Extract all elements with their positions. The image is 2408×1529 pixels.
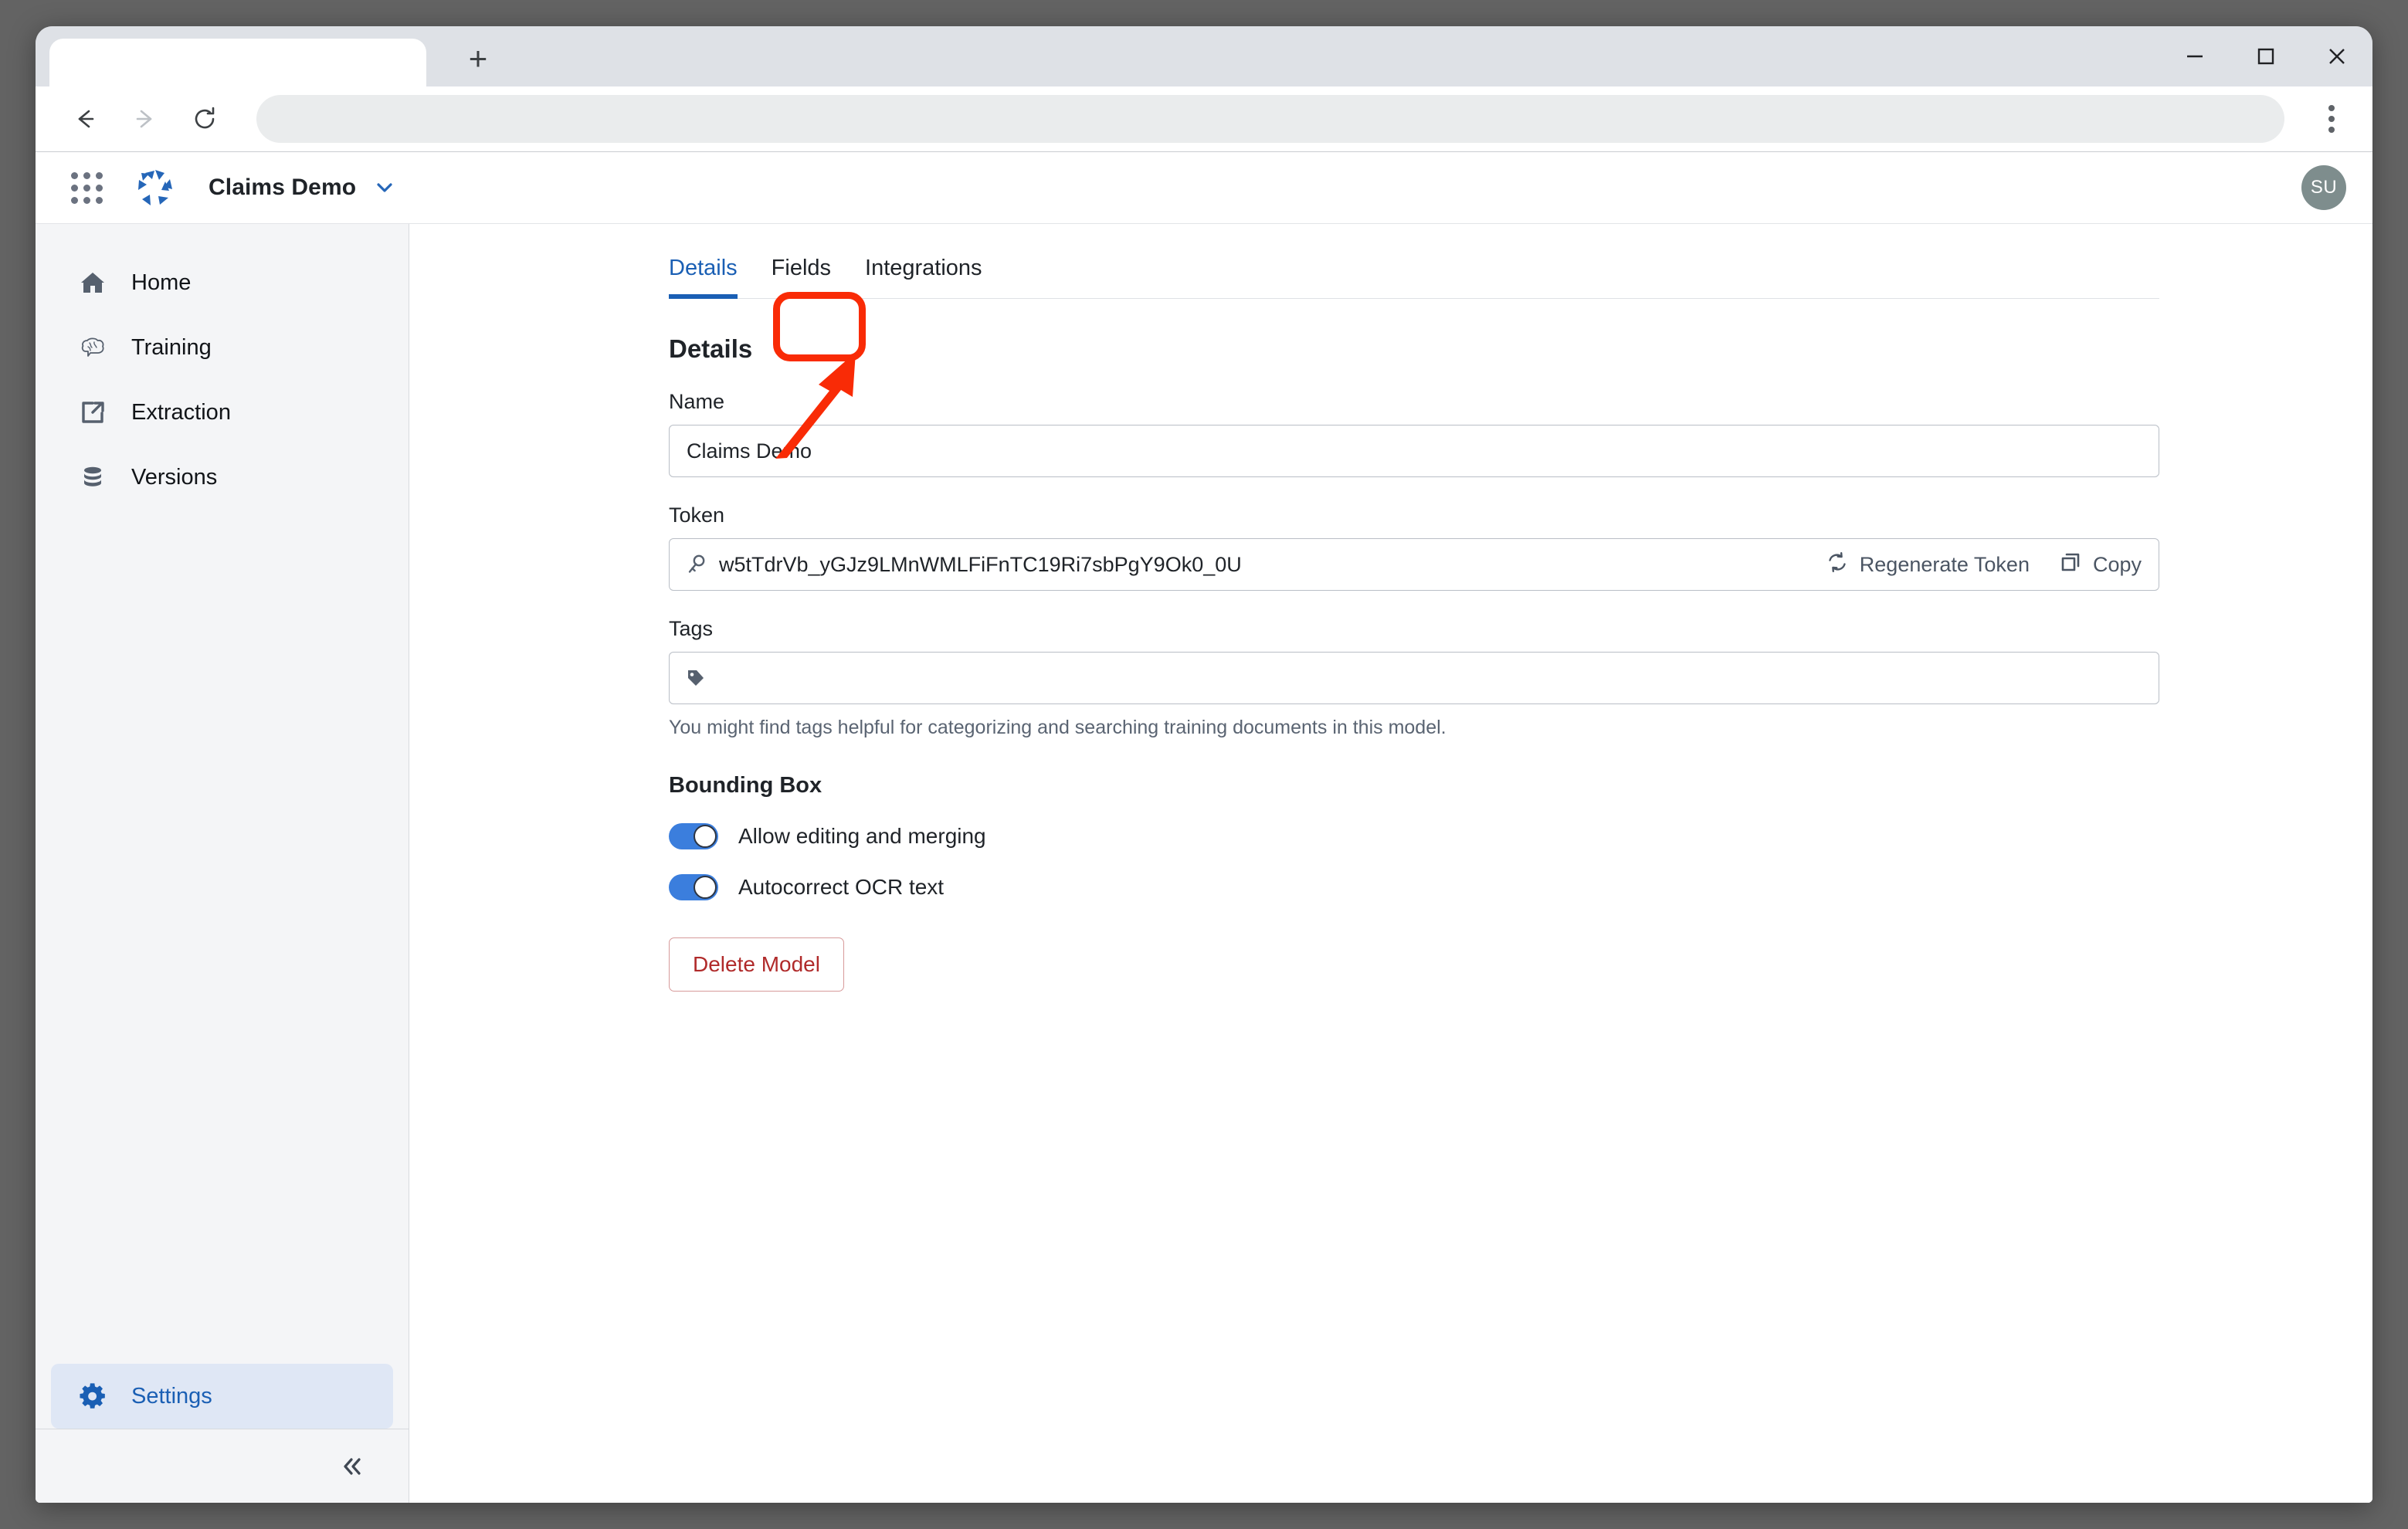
forward-button[interactable] xyxy=(120,94,170,144)
browser-menu-button[interactable] xyxy=(2305,92,2359,146)
home-icon xyxy=(79,269,114,297)
apps-grid-icon[interactable] xyxy=(65,166,108,209)
maximize-button[interactable] xyxy=(2230,26,2301,86)
gear-icon xyxy=(79,1382,114,1410)
token-actions: Regenerate Token Copy xyxy=(1826,551,2159,579)
bounding-box-title: Bounding Box xyxy=(669,773,822,798)
tags-input[interactable] xyxy=(669,652,2159,704)
address-bar[interactable] xyxy=(256,95,2284,143)
sidebar-item-training[interactable]: Training xyxy=(51,315,393,380)
name-label: Name xyxy=(669,390,725,413)
double-chevron-left-icon[interactable] xyxy=(331,1446,373,1487)
window-controls xyxy=(2159,26,2372,86)
page-viewport: Claims Demo SU Home Training Extraction … xyxy=(36,151,2372,1503)
tab-details[interactable]: Details xyxy=(669,256,738,299)
toggle-label: Allow editing and merging xyxy=(738,824,986,848)
tab-integrations[interactable]: Integrations xyxy=(865,256,982,298)
sidebar-bottom: Settings xyxy=(36,1364,409,1503)
delete-model-button[interactable]: Delete Model xyxy=(669,937,844,992)
brain-icon xyxy=(79,334,114,361)
sidebar-item-settings[interactable]: Settings xyxy=(51,1364,393,1429)
sidebar: Home Training Extraction Versions Settin… xyxy=(36,224,409,1503)
tags-label: Tags xyxy=(669,617,714,640)
toggle-label: Autocorrect OCR text xyxy=(738,875,945,899)
sidebar-item-home[interactable]: Home xyxy=(51,250,393,315)
key-icon xyxy=(670,552,708,577)
app-header: Claims Demo SU xyxy=(36,152,2372,224)
minimize-button[interactable] xyxy=(2159,26,2230,86)
browser-window: + Claims Demo SU Home Training Extractio… xyxy=(36,26,2372,1503)
toggle-knob xyxy=(694,876,717,899)
regenerate-token-label: Regenerate Token xyxy=(1859,552,2030,576)
settings-tabs: Details Fields Integrations xyxy=(669,224,2159,299)
back-button[interactable] xyxy=(60,94,110,144)
model-name[interactable]: Claims Demo xyxy=(209,175,356,201)
close-button[interactable] xyxy=(2301,26,2372,86)
browser-tab[interactable] xyxy=(49,39,426,86)
toggle-row-autocorrect-ocr[interactable]: Autocorrect OCR text xyxy=(669,874,2159,900)
export-icon xyxy=(79,398,114,426)
browser-toolbar xyxy=(36,86,2372,151)
token-input[interactable]: w5tTdrVb_yGJz9LMnWMLFiFnTC19Ri7sbPgY9Ok0… xyxy=(669,538,2159,591)
copy-label: Copy xyxy=(2092,552,2142,576)
reload-button[interactable] xyxy=(181,94,230,144)
settings-panel: Details Fields Integrations Details Name… xyxy=(669,224,2159,992)
sidebar-item-versions[interactable]: Versions xyxy=(51,445,393,510)
avatar[interactable]: SU xyxy=(2301,165,2346,210)
toggle-row-allow-editing[interactable]: Allow editing and merging xyxy=(669,823,2159,849)
sidebar-item-label: Extraction xyxy=(131,399,231,425)
toggle-autocorrect-ocr[interactable] xyxy=(669,874,718,900)
tag-icon xyxy=(670,666,708,690)
chevron-down-icon[interactable] xyxy=(373,176,396,199)
sidebar-item-label: Versions xyxy=(131,464,218,490)
copy-button[interactable]: Copy xyxy=(2059,551,2142,579)
sidebar-item-label: Settings xyxy=(131,1383,212,1409)
name-input-value: Claims Demo xyxy=(687,439,812,463)
main-content: Details Fields Integrations Details Name… xyxy=(409,224,2372,1503)
toggle-allow-editing[interactable] xyxy=(669,823,718,849)
tags-helper-text: You might find tags helpful for categori… xyxy=(669,717,1446,738)
refresh-icon xyxy=(1826,551,1849,579)
sidebar-item-label: Training xyxy=(131,334,212,360)
sidebar-item-label: Home xyxy=(131,270,192,295)
copy-icon xyxy=(2059,551,2082,579)
token-value: w5tTdrVb_yGJz9LMnWMLFiFnTC19Ri7sbPgY9Ok0… xyxy=(719,552,1242,576)
name-input[interactable]: Claims Demo xyxy=(669,425,2159,477)
database-icon xyxy=(79,463,114,491)
tab-fields[interactable]: Fields xyxy=(772,256,831,298)
sidebar-item-extraction[interactable]: Extraction xyxy=(51,380,393,445)
new-tab-button[interactable]: + xyxy=(456,42,500,79)
regenerate-token-button[interactable]: Regenerate Token xyxy=(1826,551,2030,579)
browser-tabstrip: + xyxy=(36,26,2372,86)
toggle-knob xyxy=(694,825,717,848)
token-label: Token xyxy=(669,503,725,527)
aperture-logo-icon xyxy=(133,165,178,210)
sidebar-footer xyxy=(36,1429,409,1503)
page-title: Details xyxy=(669,334,753,363)
sidebar-nav-list: Home Training Extraction Versions xyxy=(36,224,409,510)
app-body: Home Training Extraction Versions Settin… xyxy=(36,224,2372,1503)
